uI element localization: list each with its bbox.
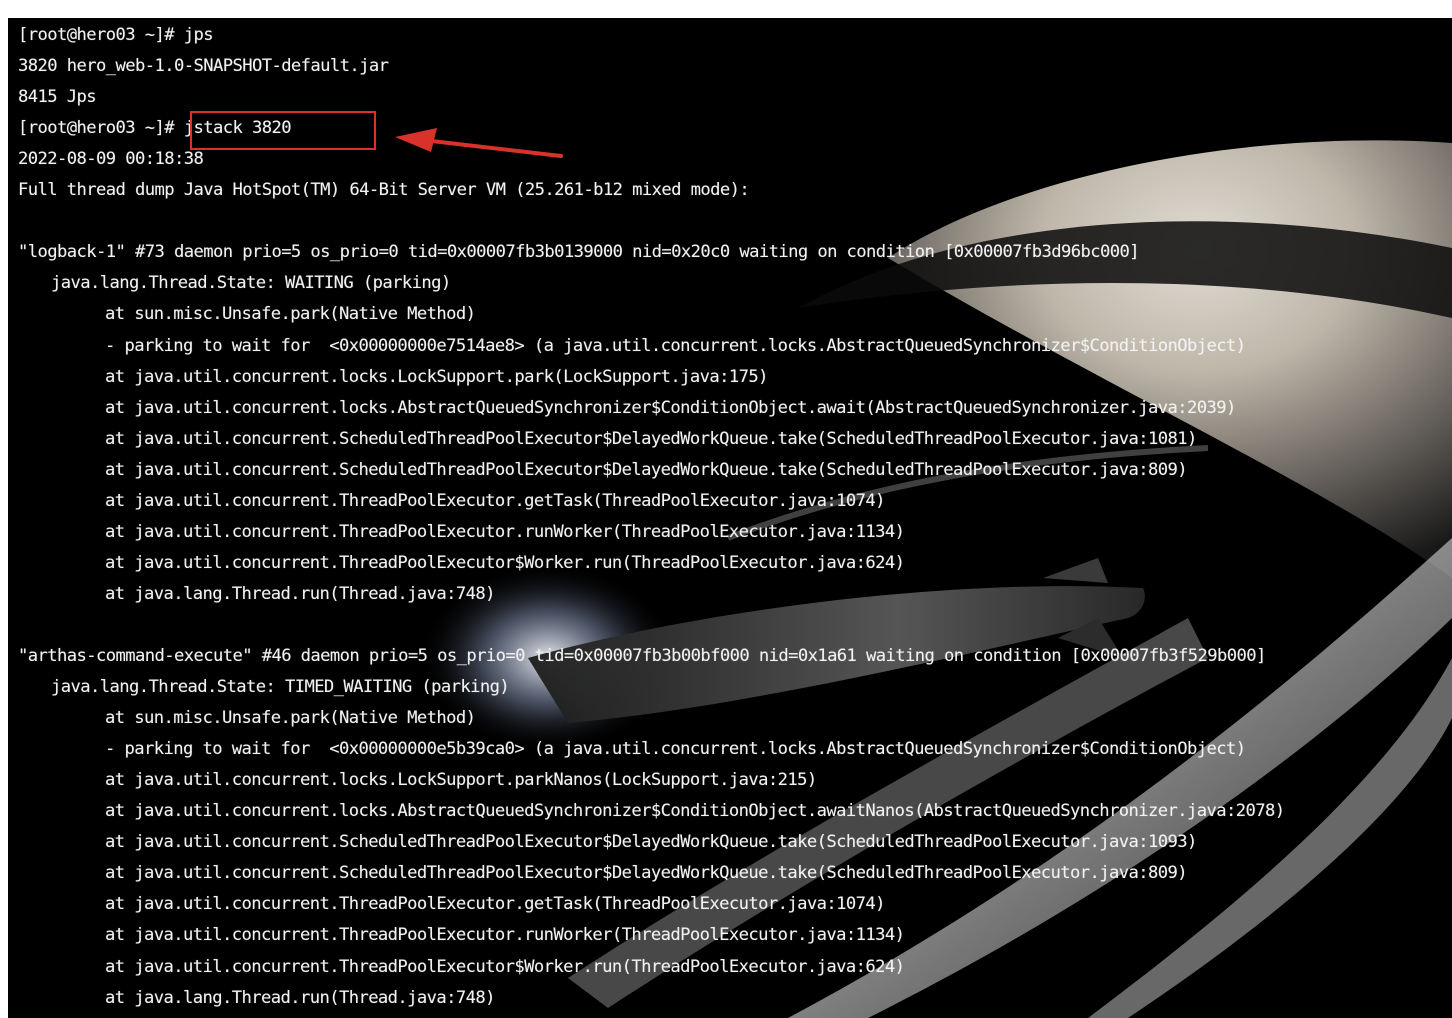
arrow-left-icon bbox=[395, 128, 563, 158]
terminal-output: [root@hero03 ~]# jps 3820 hero_web-1.0-SN… bbox=[8, 18, 1452, 1018]
stack-frame-line: at java.lang.Thread.run(Thread.java:748) bbox=[105, 987, 496, 1008]
stack-frame-line: - parking to wait for <0x00000000e5b39ca… bbox=[105, 739, 1246, 760]
terminal-line: 3820 hero_web-1.0-SNAPSHOT-default.jar bbox=[18, 56, 389, 77]
stack-frame-line: - parking to wait for <0x00000000e7514ae… bbox=[105, 335, 1246, 356]
terminal-line: 2022-08-09 00:18:38 bbox=[18, 149, 204, 170]
stack-frame-line: at java.util.concurrent.locks.AbstractQu… bbox=[105, 397, 1236, 418]
stack-frame-line: at java.util.concurrent.ScheduledThreadP… bbox=[105, 428, 1197, 449]
stack-frame-line: at sun.misc.Unsafe.park(Native Method) bbox=[105, 708, 476, 729]
terminal-line: Full thread dump Java HotSpot(TM) 64-Bit… bbox=[18, 180, 750, 201]
stack-frame-line: at java.util.concurrent.ScheduledThreadP… bbox=[105, 863, 1188, 884]
stack-frame-line: at java.lang.Thread.run(Thread.java:748) bbox=[105, 583, 496, 604]
thread-state-line: java.lang.Thread.State: WAITING (parking… bbox=[51, 273, 451, 294]
stack-frame-line: at java.util.concurrent.ScheduledThreadP… bbox=[105, 832, 1197, 853]
thread-header-line: "arthas-command-execute" #46 daemon prio… bbox=[18, 646, 1266, 666]
stack-frame-line: at java.util.concurrent.locks.LockSuppor… bbox=[105, 366, 768, 387]
stack-frame-line: at sun.misc.Unsafe.park(Native Method) bbox=[105, 304, 476, 325]
command-highlight-box bbox=[190, 111, 376, 150]
stack-frame-line: at java.util.concurrent.ThreadPoolExecut… bbox=[105, 521, 905, 542]
stack-frame-line: at java.util.concurrent.ThreadPoolExecut… bbox=[105, 956, 905, 977]
stack-frame-line: at java.util.concurrent.ThreadPoolExecut… bbox=[105, 925, 905, 946]
thread-state-line: java.lang.Thread.State: TIMED_WAITING (p… bbox=[51, 677, 510, 698]
stack-frame-line: at java.util.concurrent.ThreadPoolExecut… bbox=[105, 490, 885, 511]
terminal-line: 8415 Jps bbox=[18, 87, 97, 108]
stack-frame-line: at java.util.concurrent.locks.AbstractQu… bbox=[105, 801, 1285, 822]
stack-frame-line: at java.util.concurrent.ThreadPoolExecut… bbox=[105, 552, 905, 573]
stack-frame-line: at java.util.concurrent.locks.LockSuppor… bbox=[105, 770, 817, 791]
stack-frame-line: at java.util.concurrent.ScheduledThreadP… bbox=[105, 459, 1188, 480]
screenshot-frame: [root@hero03 ~]# jps 3820 hero_web-1.0-SN… bbox=[8, 18, 1452, 1018]
thread-header-line: "logback-1" #73 daemon prio=5 os_prio=0 … bbox=[18, 242, 1140, 263]
shell-prompt-line: [root@hero03 ~]# jps bbox=[18, 25, 214, 45]
stack-frame-line: at java.util.concurrent.ThreadPoolExecut… bbox=[105, 894, 885, 915]
